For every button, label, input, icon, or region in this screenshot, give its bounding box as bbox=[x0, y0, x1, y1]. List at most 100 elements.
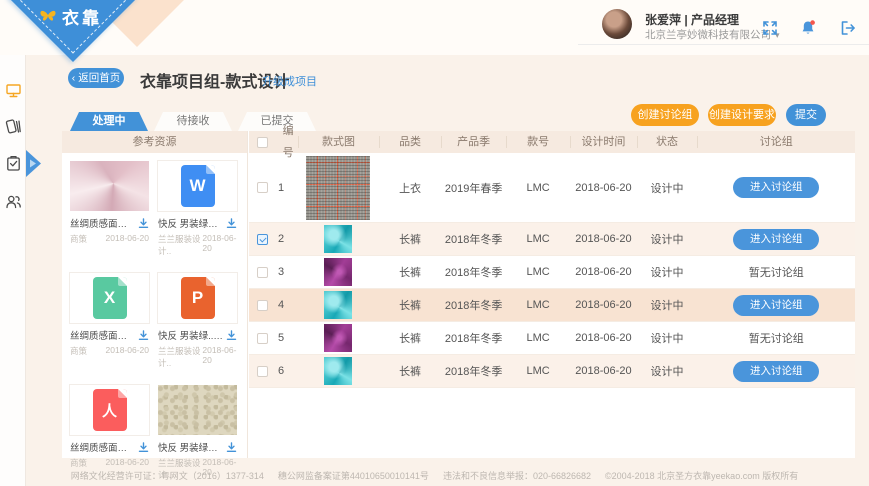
uploader: 商策 bbox=[70, 345, 87, 357]
row-number: 2 bbox=[278, 233, 284, 245]
style-swatch-teal[interactable] bbox=[324, 225, 352, 253]
create-discussion-group-button[interactable]: 创建讨论组 bbox=[631, 104, 699, 126]
row-checkbox[interactable] bbox=[257, 300, 268, 311]
table-row: 1 上衣 2019年春季 LMC 2018-06-20 设计中 进入讨论组 bbox=[249, 153, 855, 223]
row-season: 2018年冬季 bbox=[441, 297, 505, 313]
file-name: 丝绸质感面料.xsl bbox=[70, 328, 136, 342]
resource-card-list: 丝绸质感面料.JPG 商策2018-06-20 W 快反 男装绿毛....doc… bbox=[62, 153, 247, 481]
download-icon[interactable] bbox=[226, 330, 237, 341]
row-date: 2018-06-20 bbox=[570, 365, 636, 377]
enter-group-button[interactable]: 进入讨论组 bbox=[733, 229, 819, 250]
row-status: 设计中 bbox=[637, 297, 698, 313]
resource-card[interactable]: 快反 男装绿毛....JPG 兰兰服装设计..2018-06-20 bbox=[158, 385, 237, 481]
row-checkbox[interactable] bbox=[257, 182, 268, 193]
style-swatch-plaid[interactable] bbox=[306, 156, 370, 220]
row-date: 2018-06-20 bbox=[570, 332, 636, 344]
row-checkbox[interactable] bbox=[257, 267, 268, 278]
file-name: 快反 男装绿....PPTX bbox=[158, 328, 224, 342]
download-icon[interactable] bbox=[138, 330, 149, 341]
style-swatch-purple[interactable] bbox=[324, 258, 352, 286]
back-home-button[interactable]: ‹ 返回首页 bbox=[68, 68, 124, 88]
resource-card[interactable]: W 快反 男装绿毛....doc 兰兰服装设计..2018-06-20 bbox=[158, 161, 237, 257]
row-checkbox[interactable] bbox=[257, 333, 268, 344]
col-status: 状态 bbox=[637, 131, 698, 153]
avatar[interactable] bbox=[602, 9, 632, 39]
content-panel: 参考资源 丝绸质感面料.JPG 商策2018-06-20 W 快反 男装绿毛..… bbox=[62, 131, 855, 458]
row-number: 1 bbox=[278, 182, 284, 194]
sidebar-item-resources[interactable] bbox=[5, 118, 22, 135]
no-group-label: 暂无讨论组 bbox=[749, 267, 804, 279]
download-icon[interactable] bbox=[138, 442, 149, 453]
row-category: 长裤 bbox=[379, 363, 442, 379]
sidebar-item-tasks[interactable] bbox=[5, 155, 22, 172]
sidebar-item-desktop[interactable] bbox=[5, 82, 22, 99]
footer: 网络文化经营许可证：粤网文（2016）1377-314穗公网监备案证第44010… bbox=[0, 469, 869, 482]
excel-doc-icon: X bbox=[93, 277, 127, 319]
butterfly-icon bbox=[38, 9, 58, 25]
table-row: 3 长裤 2018年冬季 LMC 2018-06-20 设计中 暂无讨论组 bbox=[249, 256, 855, 289]
upgrade-project-link[interactable]: 升级成项目 bbox=[262, 73, 317, 89]
download-icon[interactable] bbox=[226, 442, 237, 453]
resources-header: 参考资源 bbox=[62, 131, 247, 153]
no-group-label: 暂无讨论组 bbox=[749, 333, 804, 345]
enter-group-button[interactable]: 进入讨论组 bbox=[733, 177, 819, 198]
style-swatch-teal[interactable] bbox=[324, 291, 352, 319]
table-row: 2 长裤 2018年冬季 LMC 2018-06-20 设计中 进入讨论组 bbox=[249, 223, 855, 256]
table-header: 编号 款式图 品类 产品季 款号 设计时间 状态 讨论组 bbox=[249, 131, 855, 153]
resource-card[interactable]: 丝绸质感面料.JPG 商策2018-06-20 bbox=[70, 161, 149, 257]
submit-button[interactable]: 提交 bbox=[786, 104, 826, 126]
resource-card[interactable]: X 丝绸质感面料.xsl 商策 2018-06-20 bbox=[70, 273, 149, 369]
row-number: 5 bbox=[278, 332, 284, 344]
style-swatch-teal[interactable] bbox=[324, 357, 352, 385]
enter-group-button[interactable]: 进入讨论组 bbox=[733, 361, 819, 382]
select-all-checkbox[interactable] bbox=[257, 137, 268, 148]
row-category: 上衣 bbox=[379, 180, 442, 196]
tab-pending[interactable]: 待接收 bbox=[154, 112, 232, 131]
row-style-no: LMC bbox=[506, 182, 570, 194]
logout-icon[interactable] bbox=[839, 19, 857, 37]
table-row: 6 长裤 2018年冬季 LMC 2018-06-20 设计中 进入讨论组 bbox=[249, 355, 855, 388]
reference-resources-panel: 参考资源 丝绸质感面料.JPG 商策2018-06-20 W 快反 男装绿毛..… bbox=[62, 131, 248, 458]
upload-date: 2018-06-20 bbox=[202, 233, 237, 257]
powerpoint-doc-icon: P bbox=[181, 277, 215, 319]
app: { "brand": { "name": "衣靠" }, "colors": {… bbox=[0, 0, 869, 486]
user-company-select[interactable]: 北京兰亭妙微科技有限公司▾ bbox=[645, 27, 780, 42]
upload-date: 2018-06-20 bbox=[106, 345, 149, 357]
col-style-no: 款号 bbox=[506, 131, 570, 153]
style-swatch-purple[interactable] bbox=[324, 324, 352, 352]
table-row: 5 长裤 2018年冬季 LMC 2018-06-20 设计中 暂无讨论组 bbox=[249, 322, 855, 355]
download-icon[interactable] bbox=[138, 218, 149, 229]
row-date: 2018-06-20 bbox=[570, 182, 636, 194]
file-name: 快反 男装绿毛....JPG bbox=[158, 440, 224, 454]
pink-silk-thumbnail bbox=[70, 161, 149, 211]
brand-logo[interactable]: 衣靠 bbox=[38, 4, 102, 29]
tab-submitted[interactable]: 已提交 bbox=[238, 112, 316, 131]
notification-bell-icon[interactable] bbox=[799, 19, 817, 37]
row-checkbox[interactable] bbox=[257, 234, 268, 245]
row-number: 4 bbox=[278, 299, 284, 311]
row-date: 2018-06-20 bbox=[570, 299, 636, 311]
panel-collapse-handle[interactable] bbox=[26, 150, 41, 177]
enter-group-button[interactable]: 进入讨论组 bbox=[733, 295, 819, 316]
footer-record: 穗公网监备案证第44010650010141号 bbox=[278, 471, 429, 481]
row-status: 设计中 bbox=[637, 363, 698, 379]
row-category: 长裤 bbox=[379, 231, 442, 247]
create-design-requirement-button[interactable]: 创建设计要求 bbox=[708, 104, 776, 126]
col-category: 品类 bbox=[379, 131, 442, 153]
tab-processing[interactable]: 处理中 bbox=[70, 112, 148, 131]
pdf-doc-icon: 人 bbox=[93, 389, 127, 431]
upload-date: 2018-06-20 bbox=[202, 345, 237, 369]
row-season: 2019年春季 bbox=[441, 180, 505, 196]
resource-card[interactable]: 人 丝绸质感面料.PDF 商策2018-06-20 bbox=[70, 385, 149, 481]
row-date: 2018-06-20 bbox=[570, 266, 636, 278]
sidebar-item-contacts[interactable] bbox=[5, 193, 22, 210]
download-icon[interactable] bbox=[226, 218, 237, 229]
resource-card[interactable]: P 快反 男装绿....PPTX 兰兰服装设计..2018-06-20 bbox=[158, 273, 237, 369]
row-style-no: LMC bbox=[506, 332, 570, 344]
row-number: 6 bbox=[278, 365, 284, 377]
row-style-no: LMC bbox=[506, 233, 570, 245]
fullscreen-icon[interactable] bbox=[761, 19, 779, 37]
row-checkbox[interactable] bbox=[257, 366, 268, 377]
col-season: 产品季 bbox=[441, 131, 505, 153]
notification-dot bbox=[810, 20, 815, 25]
